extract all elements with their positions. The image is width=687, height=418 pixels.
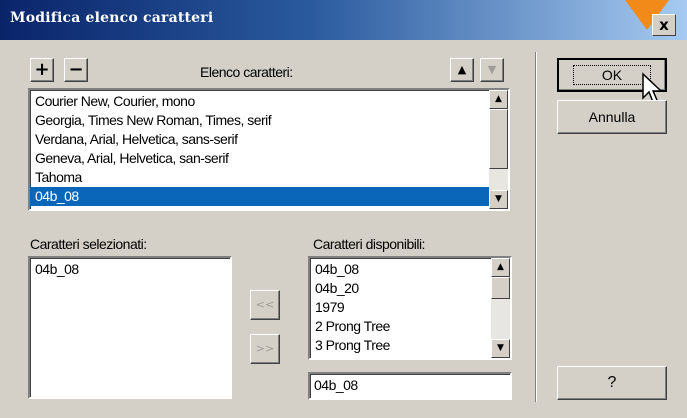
list-item[interactable]: 2 Prong Tree — [310, 317, 510, 336]
scroll-up-arrow-icon[interactable]: ▲ — [491, 258, 510, 277]
list-item[interactable]: Tahoma — [30, 168, 508, 187]
available-fonts-scrollbar[interactable]: ▲ ▼ — [491, 258, 510, 358]
font-list-label: Elenco caratteri: — [200, 64, 293, 80]
available-fonts-list[interactable]: 04b_08 04b_20 1979 2 Prong Tree 3 Prong Tree… — [308, 256, 512, 360]
list-item[interactable]: Geneva, Arial, Helvetica, san-serif — [30, 149, 508, 168]
scroll-down-arrow-icon[interactable]: ▼ — [491, 339, 510, 358]
font-list-scrollbar[interactable]: ▲ ▼ — [489, 90, 508, 209]
scroll-thumb[interactable] — [491, 277, 510, 299]
vertical-separator — [535, 52, 537, 402]
font-name-input[interactable]: 04b_08 — [308, 372, 512, 400]
scroll-up-arrow-icon[interactable]: ▲ — [489, 90, 508, 109]
scroll-down-arrow-icon[interactable]: ▼ — [489, 190, 508, 209]
selected-fonts-list[interactable]: 04b_08 — [28, 256, 232, 399]
font-list-items: Courier New, Courier, mono Georgia, Times… — [30, 90, 508, 206]
selected-fonts-label: Caratteri selezionati: — [30, 236, 147, 252]
help-button[interactable]: ? — [557, 366, 667, 400]
list-item[interactable]: 3 Prong Tree — [310, 336, 510, 355]
close-button[interactable]: x — [652, 14, 676, 36]
move-up-button[interactable]: ▲ — [450, 58, 474, 82]
list-item[interactable]: Courier New, Courier, mono — [30, 92, 508, 111]
selected-fonts-items: 04b_08 — [30, 258, 230, 279]
remove-from-selected-button[interactable]: >> — [250, 334, 280, 364]
list-item[interactable]: 04b_08 — [30, 187, 508, 206]
add-to-selected-button[interactable]: << — [250, 290, 280, 320]
move-down-button[interactable]: ▼ — [480, 58, 504, 82]
list-item[interactable]: Georgia, Times New Roman, Times, serif — [30, 111, 508, 130]
list-item[interactable]: Verdana, Arial, Helvetica, sans-serif — [30, 130, 508, 149]
remove-font-button[interactable]: − — [64, 58, 88, 82]
window-title: Modifica elenco caratteri — [10, 10, 214, 26]
list-item[interactable]: 04b_20 — [310, 279, 510, 298]
font-list[interactable]: Courier New, Courier, mono Georgia, Times… — [28, 88, 510, 211]
list-item[interactable]: 04b_08 — [310, 260, 510, 279]
list-item[interactable]: 04b_08 — [30, 260, 230, 279]
available-fonts-items: 04b_08 04b_20 1979 2 Prong Tree 3 Prong Tree — [310, 258, 510, 355]
add-font-button[interactable]: + — [30, 58, 54, 82]
list-item[interactable]: 1979 — [310, 298, 510, 317]
available-fonts-label: Caratteri disponibili: — [313, 236, 425, 252]
scroll-thumb[interactable] — [489, 109, 508, 169]
cancel-button[interactable]: Annulla — [557, 100, 667, 134]
